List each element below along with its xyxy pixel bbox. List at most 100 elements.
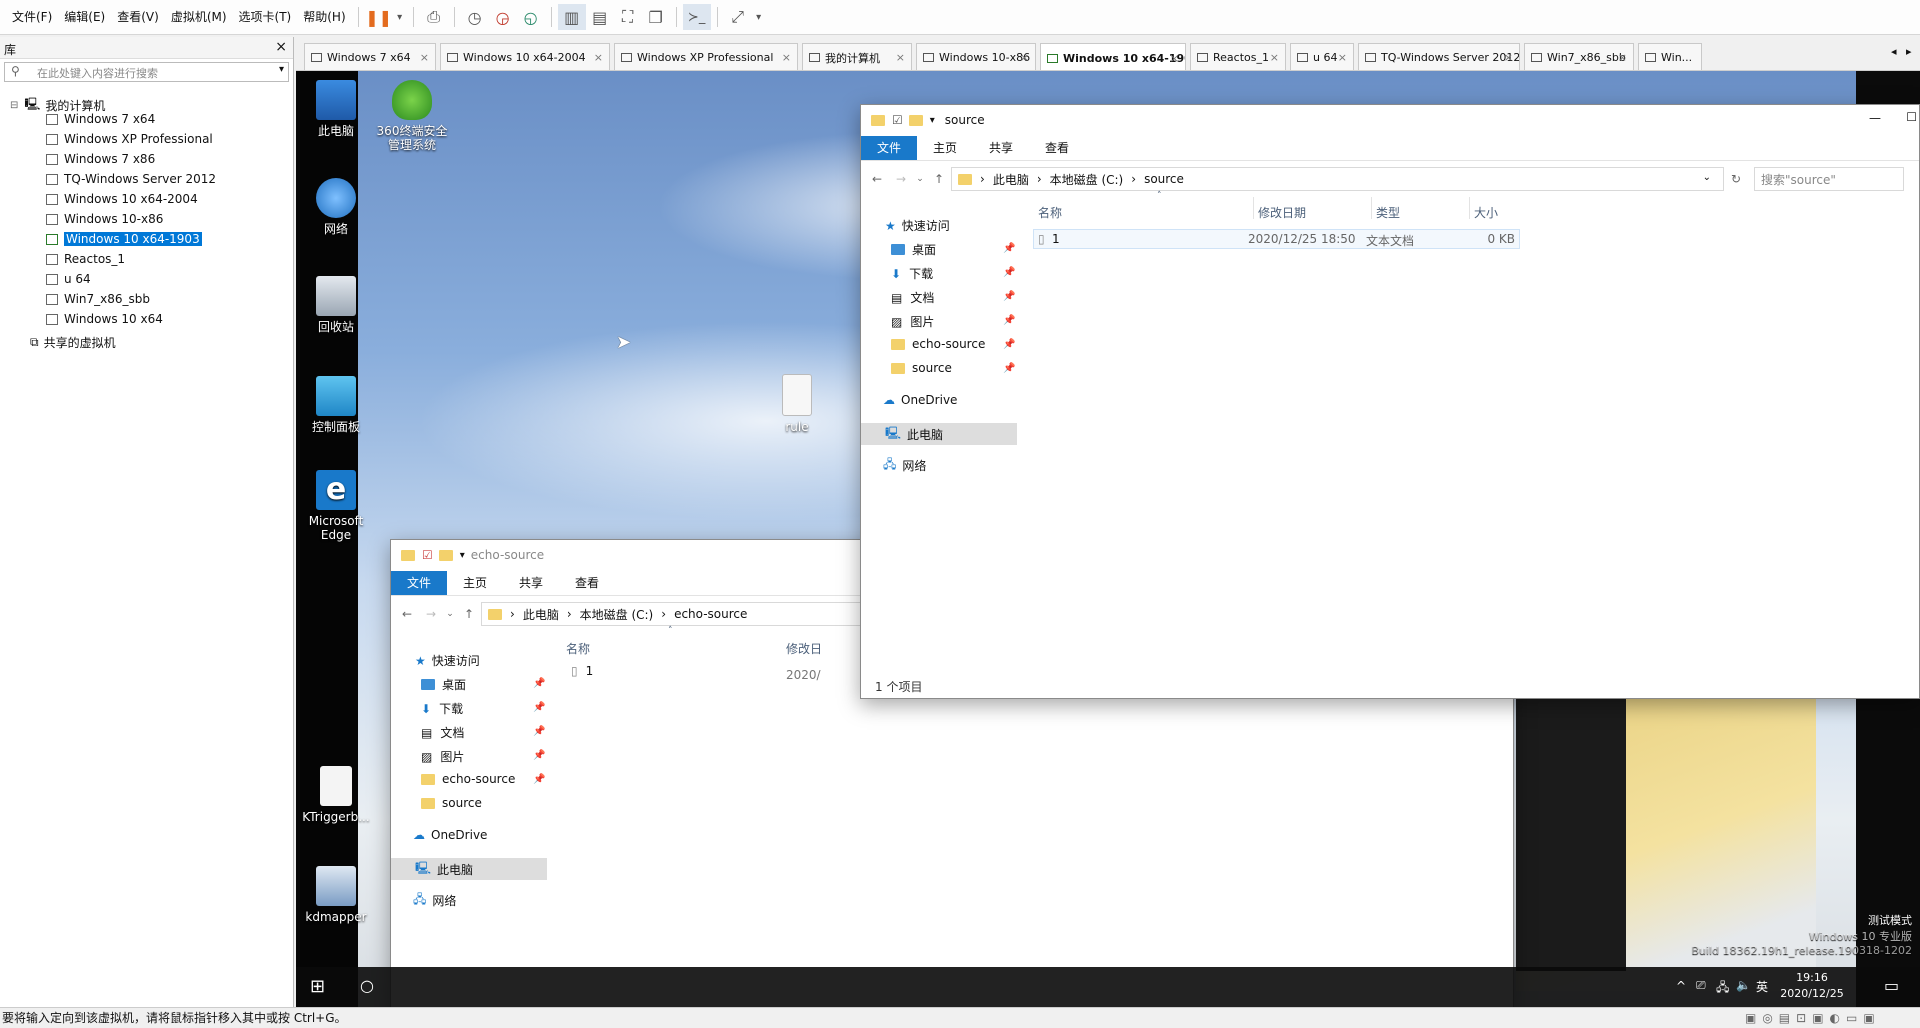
back-arrow-icon[interactable]: ← (395, 607, 419, 621)
close-icon[interactable]: × (594, 51, 603, 64)
menu-tabs[interactable]: 选项卡(T) (233, 0, 298, 35)
nav-item-downloads[interactable]: ⬇ 下载 (421, 700, 463, 717)
nav-item-echo-source[interactable]: echo-source (891, 337, 985, 351)
chevron-down-icon[interactable]: ⌄ (1703, 172, 1711, 183)
tree-vm-item[interactable]: Reactos_1 (46, 252, 125, 266)
tree-vm-item[interactable]: Windows XP Professional (46, 132, 213, 146)
nav-quick-access[interactable]: ★ 快速访问 (885, 217, 950, 234)
tree-vm-item[interactable]: TQ-Windows Server 2012 (46, 172, 216, 186)
column-header-name[interactable]: 名称 (1038, 204, 1062, 221)
pin-icon[interactable]: 📌 (1003, 243, 1015, 254)
fullscreen-icon[interactable]: ⛶ (614, 4, 642, 30)
nav-quick-access[interactable]: ★ 快速访问 (415, 652, 480, 669)
tab-vm[interactable]: Windows 10-x86 × (916, 43, 1036, 70)
close-icon[interactable]: × (275, 39, 287, 55)
column-header-date[interactable]: 修改日 (786, 640, 822, 657)
ribbon-tab-home[interactable]: 主页 (447, 571, 503, 595)
tree-vm-item[interactable]: Win7_x86_sbb (46, 292, 150, 306)
search-box[interactable]: 搜索"source" (1754, 167, 1904, 191)
tab-vm-active[interactable]: Windows 10 x64-1903 × (1040, 43, 1186, 70)
chevron-down-icon[interactable]: ▾ (393, 4, 407, 30)
close-icon[interactable]: × (1170, 52, 1179, 65)
menu-vm[interactable]: 虚拟机(M) (165, 0, 233, 35)
library-search[interactable]: ⚲ 在此处键入内容进行搜索 ▾ (4, 62, 289, 82)
search-input[interactable]: 在此处键入内容进行搜索 (37, 65, 158, 81)
ribbon-tab-share[interactable]: 共享 (503, 571, 559, 595)
desktop-icon-recycle-bin[interactable]: 回收站 (298, 276, 374, 334)
nav-item-source[interactable]: source (891, 361, 952, 375)
thumbnail-view-icon[interactable]: ▤ (586, 4, 614, 30)
tab-scroll-left-icon[interactable]: ◂ (1891, 45, 1897, 58)
pin-icon[interactable]: 📌 (533, 702, 545, 713)
tab-vm[interactable]: TQ-Windows Server 2012 × (1358, 43, 1520, 70)
desktop-icon-ktrigger[interactable]: KTriggerb... (298, 766, 374, 824)
nav-network[interactable]: 🖧 网络 (883, 455, 926, 476)
tab-vm[interactable]: Windows 10 x64-2004 × (440, 43, 610, 70)
pin-icon[interactable]: 📌 (1003, 267, 1015, 278)
desktop-icon-this-pc[interactable]: 此电脑 (298, 80, 374, 138)
collapse-icon[interactable]: ⊟ (10, 100, 18, 111)
chevron-down-icon[interactable]: ▾ (279, 64, 284, 75)
tab-vm[interactable]: u 64 × (1290, 43, 1354, 70)
close-icon[interactable]: × (420, 51, 429, 64)
desktop-icon-control-panel[interactable]: 控制面板 (298, 376, 374, 434)
close-icon[interactable]: × (1020, 51, 1029, 64)
clock-date[interactable]: 2020/12/25 (1772, 987, 1852, 1000)
ribbon-tab-view[interactable]: 查看 (1029, 136, 1085, 160)
tray-icon[interactable]: ⎚ (1696, 978, 1706, 993)
nav-item-echo-source[interactable]: echo-source (421, 772, 515, 786)
file-row[interactable]: ▯ 1 2020/12/25 18:50 文本文档 0 KB (1033, 229, 1520, 249)
column-header-name[interactable]: 名称 (566, 640, 590, 657)
revert-snapshot-icon[interactable]: ◶ (489, 4, 517, 30)
address-bar[interactable]: › 此电脑 › 本地磁盘 (C:) › source ⌄ (951, 167, 1724, 191)
breadcrumb[interactable]: 本地磁盘 (C:) (1050, 171, 1124, 188)
desktop-icon-360[interactable]: 360终端安全管理系统 (372, 80, 452, 152)
column-divider[interactable] (1469, 197, 1470, 219)
tab-vm[interactable]: Win... (1638, 43, 1702, 70)
nav-this-pc[interactable]: 🖳 此电脑 (861, 423, 1017, 445)
nav-item-documents[interactable]: ▤ 文档 (421, 724, 464, 741)
column-header-date[interactable]: 修改日期 (1258, 204, 1306, 221)
console-icon[interactable]: ≻_ (682, 4, 711, 30)
breadcrumb[interactable]: echo-source (674, 607, 747, 621)
breadcrumb[interactable]: source (1144, 172, 1184, 186)
tree-vm-item[interactable]: Windows 7 x86 (46, 152, 155, 166)
windows-start-icon[interactable]: ⊞ (310, 976, 325, 997)
pin-icon[interactable]: 📌 (1003, 363, 1015, 374)
unity-icon[interactable]: ❐ (642, 4, 670, 30)
column-header-type[interactable]: 类型 (1376, 204, 1400, 221)
desktop-file-rule[interactable]: rule (762, 374, 832, 434)
stretch-icon[interactable]: ⤢ (724, 4, 752, 30)
desktop-icon-edge[interactable]: e Microsoft Edge (298, 470, 374, 542)
minimize-icon[interactable]: — (1869, 111, 1881, 125)
nav-item-downloads[interactable]: ⬇ 下载 (891, 265, 933, 282)
maximize-icon[interactable]: ☐ (1906, 110, 1917, 124)
chevron-down-icon[interactable]: ⌄ (913, 174, 927, 184)
nav-item-pictures[interactable]: ▨ 图片 (421, 748, 464, 765)
tree-shared-vms[interactable]: ⧉ 共享的虚拟机 (30, 334, 116, 351)
up-arrow-icon[interactable]: ↑ (927, 172, 951, 186)
back-arrow-icon[interactable]: ← (865, 172, 889, 186)
close-icon[interactable]: × (1270, 51, 1279, 64)
ribbon-tab-file[interactable]: 文件 (861, 135, 918, 160)
ribbon-tab-file[interactable]: 文件 (391, 570, 448, 595)
snapshot-icon[interactable]: ◷ (461, 4, 489, 30)
breadcrumb[interactable]: 此电脑 (523, 606, 559, 623)
close-icon[interactable]: × (782, 51, 791, 64)
tab-vm[interactable]: 我的计算机 × (802, 43, 912, 70)
clock-time[interactable]: 19:16 (1782, 971, 1842, 984)
network-icon[interactable]: 🖧 (1716, 978, 1729, 999)
menu-file[interactable]: 文件(F) (6, 0, 58, 35)
checkbox-icon[interactable]: ☑ (422, 548, 433, 562)
library-view-icon[interactable]: ▥ (557, 4, 586, 30)
pin-icon[interactable]: 📌 (533, 726, 545, 737)
pin-icon[interactable]: 📌 (1003, 315, 1015, 326)
menu-help[interactable]: 帮助(H) (297, 0, 351, 35)
close-icon[interactable]: × (1504, 51, 1513, 64)
tab-vm[interactable]: Reactos_1 × (1190, 43, 1286, 70)
chevron-down-icon[interactable]: ▾ (930, 115, 935, 126)
menu-edit[interactable]: 编辑(E) (58, 0, 111, 35)
nav-onedrive[interactable]: ☁ OneDrive (413, 828, 487, 842)
pause-icon[interactable]: ❚❚ (365, 4, 393, 30)
menu-view[interactable]: 查看(V) (111, 0, 165, 35)
